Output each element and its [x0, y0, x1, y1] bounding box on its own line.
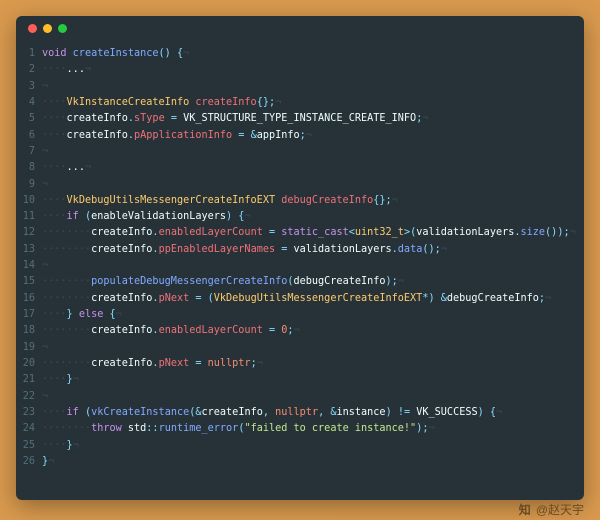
code-line: 18········createInfo.enabledLayerCount =… [20, 323, 574, 339]
line-number: 18 [20, 323, 42, 339]
line-number: 16 [20, 291, 42, 307]
line-number: 25 [20, 438, 42, 454]
code-content: ········createInfo.pNext = nullptr;¬ [42, 356, 574, 372]
code-content: ····if (vkCreateInstance(&createInfo, nu… [42, 405, 574, 421]
line-number: 20 [20, 356, 42, 372]
code-content: void createInstance() {¬ [42, 46, 574, 62]
code-line: 22¬ [20, 389, 574, 405]
line-number: 6 [20, 128, 42, 144]
code-content: ····createInfo.pApplicationInfo = &appIn… [42, 128, 574, 144]
code-content: ········populateDebugMessengerCreateInfo… [42, 274, 574, 290]
code-line: 7¬ [20, 144, 574, 160]
code-line: 15········populateDebugMessengerCreateIn… [20, 274, 574, 290]
code-content: ····} else {¬ [42, 307, 574, 323]
code-line: 6····createInfo.pApplicationInfo = &appI… [20, 128, 574, 144]
line-number: 4 [20, 95, 42, 111]
code-content: ¬ [42, 389, 574, 405]
line-number: 22 [20, 389, 42, 405]
line-number: 14 [20, 258, 42, 274]
line-number: 19 [20, 340, 42, 356]
code-content: ········createInfo.ppEnabledLayerNames =… [42, 242, 574, 258]
code-line: 17····} else {¬ [20, 307, 574, 323]
line-number: 15 [20, 274, 42, 290]
code-content: ········createInfo.enabledLayerCount = 0… [42, 323, 574, 339]
line-number: 13 [20, 242, 42, 258]
code-line: 8····...¬ [20, 160, 574, 176]
code-content: ····...¬ [42, 62, 574, 78]
code-content: ····VkInstanceCreateInfo createInfo{};¬ [42, 95, 574, 111]
line-number: 8 [20, 160, 42, 176]
zhihu-logo-icon: 知 [519, 501, 531, 518]
code-line: 9¬ [20, 177, 574, 193]
line-number: 26 [20, 454, 42, 470]
code-line: 16········createInfo.pNext = (VkDebugUti… [20, 291, 574, 307]
line-number: 23 [20, 405, 42, 421]
window-titlebar [16, 16, 584, 40]
code-line: 26}¬ [20, 454, 574, 470]
code-content: ¬ [42, 258, 574, 274]
line-number: 11 [20, 209, 42, 225]
code-content: ····...¬ [42, 160, 574, 176]
code-content: ····createInfo.sType = VK_STRUCTURE_TYPE… [42, 111, 574, 127]
code-line: 10····VkDebugUtilsMessengerCreateInfoEXT… [20, 193, 574, 209]
code-content: }¬ [42, 454, 574, 470]
code-content: ¬ [42, 340, 574, 356]
code-content: ¬ [42, 144, 574, 160]
minimize-icon[interactable] [43, 24, 52, 33]
code-line: 5····createInfo.sType = VK_STRUCTURE_TYP… [20, 111, 574, 127]
code-line: 12········createInfo.enabledLayerCount =… [20, 225, 574, 241]
line-number: 3 [20, 79, 42, 95]
code-content: ¬ [42, 79, 574, 95]
line-number: 2 [20, 62, 42, 78]
close-icon[interactable] [28, 24, 37, 33]
line-number: 7 [20, 144, 42, 160]
code-line: 4····VkInstanceCreateInfo createInfo{};¬ [20, 95, 574, 111]
code-line: 21····}¬ [20, 372, 574, 388]
line-number: 17 [20, 307, 42, 323]
author-label: @赵天宇 [536, 501, 584, 518]
code-line: 3¬ [20, 79, 574, 95]
line-number: 24 [20, 421, 42, 437]
code-line: 13········createInfo.ppEnabledLayerNames… [20, 242, 574, 258]
line-number: 5 [20, 111, 42, 127]
code-line: 19¬ [20, 340, 574, 356]
code-content: ····VkDebugUtilsMessengerCreateInfoEXT d… [42, 193, 574, 209]
code-content: ········createInfo.pNext = (VkDebugUtils… [42, 291, 574, 307]
line-number: 9 [20, 177, 42, 193]
zoom-icon[interactable] [58, 24, 67, 33]
code-line: 2····...¬ [20, 62, 574, 78]
code-content: ····}¬ [42, 438, 574, 454]
code-line: 23····if (vkCreateInstance(&createInfo, … [20, 405, 574, 421]
code-line: 1void createInstance() {¬ [20, 46, 574, 62]
code-line: 14¬ [20, 258, 574, 274]
line-number: 21 [20, 372, 42, 388]
code-content: ····if (enableValidationLayers) {¬ [42, 209, 574, 225]
code-window: 1void createInstance() {¬2····...¬3¬4···… [16, 16, 584, 500]
line-number: 12 [20, 225, 42, 241]
code-content: ¬ [42, 177, 574, 193]
code-area: 1void createInstance() {¬2····...¬3¬4···… [16, 40, 584, 500]
code-line: 11····if (enableValidationLayers) {¬ [20, 209, 574, 225]
line-number: 10 [20, 193, 42, 209]
code-content: ········createInfo.enabledLayerCount = s… [42, 225, 576, 241]
code-line: 20········createInfo.pNext = nullptr;¬ [20, 356, 574, 372]
code-content: ········throw std::runtime_error("failed… [42, 421, 574, 437]
attribution-url: https://blog.csdn.net/zhaotianyu950323 [341, 509, 480, 518]
line-number: 1 [20, 46, 42, 62]
code-content: ····}¬ [42, 372, 574, 388]
footer: 知 @赵天宇 [519, 501, 584, 518]
code-line: 24········throw std::runtime_error("fail… [20, 421, 574, 437]
code-line: 25····}¬ [20, 438, 574, 454]
